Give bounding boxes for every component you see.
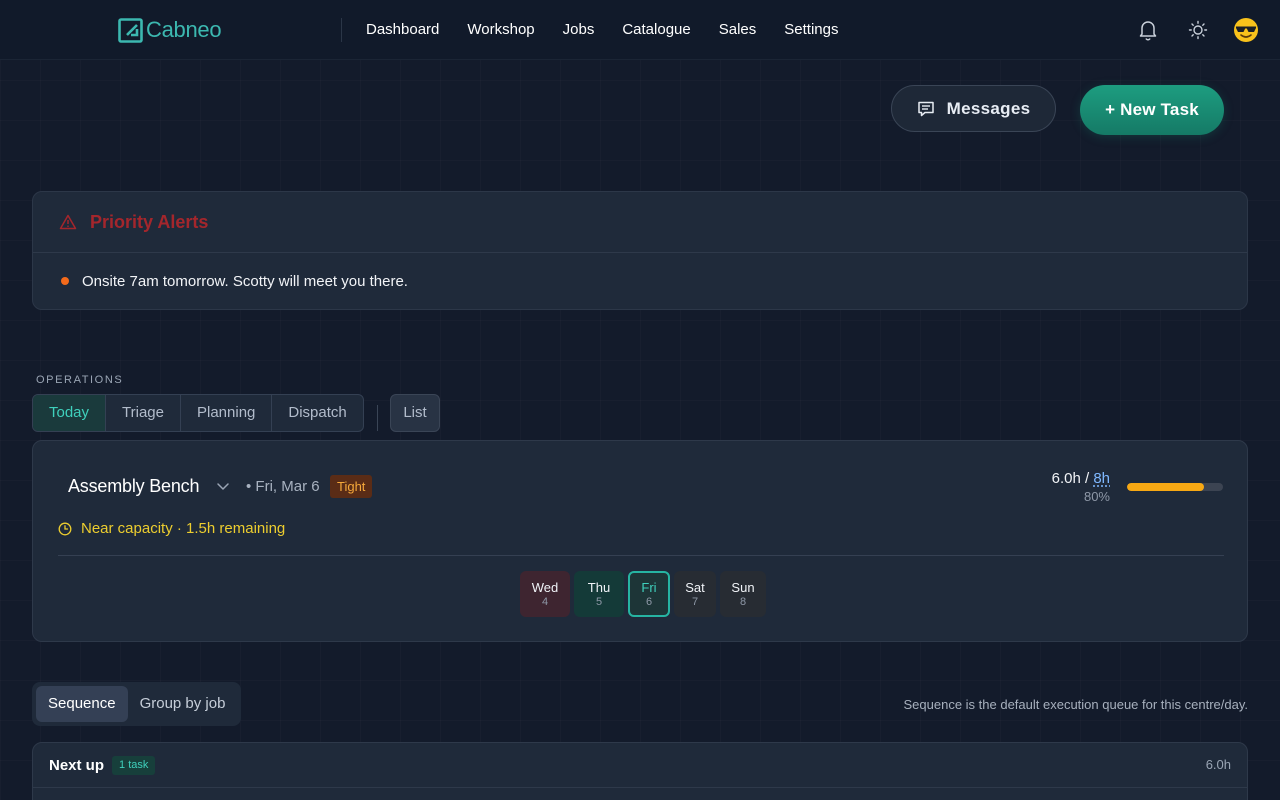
next-up-header[interactable]: Next up 1 task 6.0h xyxy=(33,743,1247,788)
app-name: Cabneo xyxy=(146,17,222,42)
app-logo[interactable]: Cabneo xyxy=(118,17,222,43)
day-wed[interactable]: Wed 4 xyxy=(520,571,570,617)
capacity-percent: 80% xyxy=(1083,489,1110,504)
nav-sales[interactable]: Sales xyxy=(719,20,757,40)
mode-sequence[interactable]: Sequence xyxy=(36,686,128,722)
day-number: 8 xyxy=(739,595,747,608)
bell-icon xyxy=(1139,21,1157,41)
nav-dashboard[interactable]: Dashboard xyxy=(366,20,439,40)
status-badge: Tight xyxy=(330,475,373,498)
tabs-divider xyxy=(377,405,378,431)
divider xyxy=(58,555,1224,556)
alerts-header: Priority Alerts xyxy=(33,192,1247,253)
nav-divider xyxy=(341,18,342,42)
mode-group-by-job[interactable]: Group by job xyxy=(128,686,238,722)
next-up-title: Next up xyxy=(49,756,105,774)
messages-button[interactable]: Messages xyxy=(891,85,1056,132)
capacity-progress-fill xyxy=(1127,483,1204,491)
chevron-down-icon[interactable] xyxy=(216,479,230,493)
main-nav: Dashboard Workshop Jobs Catalogue Sales … xyxy=(366,20,866,40)
next-up-panel: Next up 1 task 6.0h xyxy=(32,742,1248,800)
day-picker: Wed 4 Thu 5 Fri 6 Sat 7 Sun 8 xyxy=(520,571,770,617)
messages-label: Messages xyxy=(946,98,1031,118)
sunglasses-emoji-avatar xyxy=(1234,18,1258,42)
alert-text: Onsite 7am tomorrow. Scotty will meet yo… xyxy=(82,272,408,290)
day-name: Thu xyxy=(587,579,611,595)
cabneo-logo-icon xyxy=(118,17,143,43)
capacity-progress-bar xyxy=(1127,483,1223,491)
new-task-button[interactable]: + New Task xyxy=(1080,85,1224,135)
day-name: Fri xyxy=(641,579,657,595)
day-number: 6 xyxy=(645,595,653,608)
hours-max[interactable]: 8h xyxy=(1093,470,1110,487)
view-mode-toggle: Sequence Group by job xyxy=(32,682,241,726)
top-navigation-bar: Cabneo Dashboard Workshop Jobs Catalogue… xyxy=(0,0,1280,60)
user-avatar[interactable] xyxy=(1232,16,1260,44)
tab-planning[interactable]: Planning xyxy=(181,395,273,431)
tab-list[interactable]: List xyxy=(390,394,440,432)
work-centre-date: • Fri, Mar 6 xyxy=(246,478,320,495)
day-sat[interactable]: Sat 7 xyxy=(674,571,716,617)
new-task-label: + New Task xyxy=(1105,100,1199,119)
day-number: 4 xyxy=(541,595,549,608)
work-centre-title[interactable]: Assembly Bench xyxy=(68,476,199,497)
tab-dispatch[interactable]: Dispatch xyxy=(272,395,362,431)
day-name: Wed xyxy=(531,579,559,595)
work-centre-card: Assembly Bench • Fri, Mar 6 Tight 6.0h /… xyxy=(32,440,1248,642)
theme-toggle-button[interactable] xyxy=(1186,16,1210,44)
operations-tabs: Today Triage Planning Dispatch xyxy=(32,394,364,432)
sun-icon xyxy=(1188,20,1208,40)
near-capacity-text: Near capacity · 1.5h remaining xyxy=(81,520,286,537)
capacity-hours: 6.0h / 8h xyxy=(1052,470,1110,487)
task-count-badge: 1 task xyxy=(112,755,156,775)
nav-catalogue[interactable]: Catalogue xyxy=(622,20,690,40)
day-fri[interactable]: Fri 6 xyxy=(628,571,670,617)
day-sun[interactable]: Sun 8 xyxy=(720,571,766,617)
nav-workshop[interactable]: Workshop xyxy=(467,20,534,40)
tab-today[interactable]: Today xyxy=(33,395,107,431)
day-name: Sun xyxy=(731,579,755,595)
nav-jobs[interactable]: Jobs xyxy=(563,20,595,40)
near-capacity-notice: Near capacity · 1.5h remaining xyxy=(58,520,285,537)
sequence-note: Sequence is the default execution queue … xyxy=(903,697,1249,712)
priority-alerts-panel: Priority Alerts Onsite 7am tomorrow. Sco… xyxy=(32,191,1248,310)
operations-section-label: OPERATIONS xyxy=(36,374,124,386)
notifications-button[interactable] xyxy=(1136,16,1160,44)
hours-used: 6.0h / xyxy=(1051,470,1090,487)
chat-bubble-icon xyxy=(917,101,934,116)
next-up-hours: 6.0h xyxy=(1205,757,1231,772)
day-thu[interactable]: Thu 5 xyxy=(574,571,624,617)
clock-icon xyxy=(58,522,72,535)
alerts-title: Priority Alerts xyxy=(90,211,209,232)
day-number: 5 xyxy=(595,595,603,608)
alert-item: Onsite 7am tomorrow. Scotty will meet yo… xyxy=(33,253,1247,309)
warning-triangle-icon xyxy=(59,214,77,230)
day-number: 7 xyxy=(691,595,699,608)
day-name: Sat xyxy=(685,579,705,595)
alert-dot xyxy=(61,277,69,285)
tab-triage[interactable]: Triage xyxy=(106,395,181,431)
nav-settings[interactable]: Settings xyxy=(784,20,838,40)
